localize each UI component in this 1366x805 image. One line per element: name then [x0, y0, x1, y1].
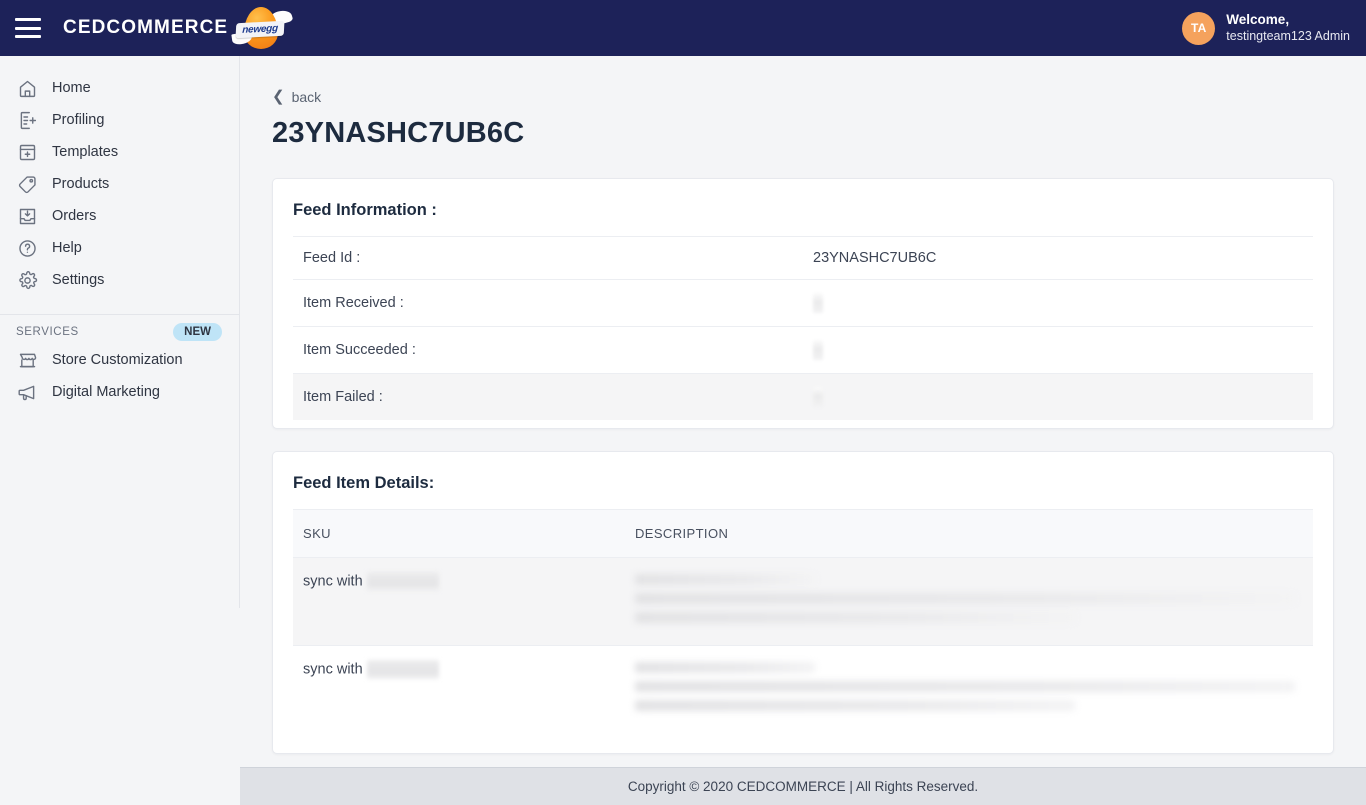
brand-text: CEDCOMMERCE: [63, 17, 229, 38]
brand-logo[interactable]: CEDCOMMERCE newegg: [63, 0, 294, 56]
table-header-row: SKU DESCRIPTION: [293, 508, 1313, 558]
services-section-header: SERVICES NEW: [0, 314, 240, 344]
redacted-description-line: [635, 611, 1075, 623]
row-label: Item Failed :: [303, 388, 383, 405]
sidebar-item-label: Settings: [52, 272, 105, 288]
user-info: Welcome, testingteam123 Admin: [1226, 12, 1350, 45]
hamburger-bar: [15, 18, 41, 21]
tag-icon: [16, 173, 38, 195]
row-label: Item Received :: [303, 294, 404, 311]
hamburger-bar: [15, 26, 41, 30]
sku-prefix: sync with: [303, 572, 363, 589]
newegg-band: newegg: [235, 20, 285, 39]
new-badge: NEW: [173, 322, 222, 341]
redacted-value: [813, 292, 823, 313]
feed-information-table-wrap: Feed Id : 23YNASHC7UB6C Item Received : …: [273, 236, 1333, 428]
newegg-logo-icon: newegg: [230, 5, 294, 51]
window-plus-icon: [16, 141, 38, 163]
feed-item-details-table-wrap: SKU DESCRIPTION sync with sync with: [273, 508, 1333, 753]
cell-sku: sync with: [293, 557, 625, 646]
sidebar-item-products[interactable]: Products: [0, 168, 240, 200]
main-content: ❮ back 23YNASHC7UB6C Feed Information : …: [240, 56, 1366, 767]
redacted-description-line: [635, 699, 1075, 711]
redacted-sku: [366, 659, 439, 679]
hamburger-icon[interactable]: [15, 18, 41, 38]
row-value-redacted: [803, 373, 1313, 420]
sidebar-item-label: Help: [52, 240, 82, 256]
feed-information-table: Feed Id : 23YNASHC7UB6C Item Received : …: [293, 236, 1313, 420]
sidebar-item-label: Orders: [52, 208, 97, 224]
user-menu[interactable]: TA Welcome, testingteam123 Admin: [1182, 0, 1350, 56]
redacted-description-line: [635, 661, 815, 673]
megaphone-icon: [16, 381, 38, 403]
document-plus-icon: [16, 109, 38, 131]
table-row: Item Failed :: [293, 373, 1313, 420]
sidebar-item-orders[interactable]: Orders: [0, 200, 240, 232]
feed-item-details-table: SKU DESCRIPTION sync with sync with: [293, 508, 1313, 733]
redacted-sku: [366, 571, 439, 591]
row-label: Item Succeeded :: [303, 341, 416, 358]
feed-information-card: Feed Information : Feed Id : 23YNASHC7UB…: [272, 177, 1334, 429]
sidebar-item-help[interactable]: Help: [0, 232, 240, 264]
redacted-description-line: [635, 680, 1295, 692]
hamburger-bar: [15, 35, 41, 38]
footer: Copyright © 2020 CEDCOMMERCE | All Right…: [240, 767, 1366, 805]
sidebar-item-label: Home: [52, 80, 91, 96]
sidebar-item-settings[interactable]: Settings: [0, 264, 240, 296]
avatar: TA: [1182, 11, 1216, 45]
newegg-wordmark: newegg: [242, 23, 279, 36]
sidebar-item-store-customization[interactable]: Store Customization: [0, 344, 240, 376]
footer-copyright: Copyright © 2020 CEDCOMMERCE | All Right…: [627, 779, 979, 794]
back-link[interactable]: ❮ back: [272, 89, 321, 105]
sidebar-item-label: Digital Marketing: [52, 384, 160, 400]
chevron-left-icon: ❮: [272, 88, 285, 105]
sidebar: Home Profiling Templates Products Orders…: [0, 56, 240, 805]
redacted-value: [813, 339, 823, 360]
sidebar-item-home[interactable]: Home: [0, 72, 240, 104]
services-title: SERVICES: [16, 325, 79, 338]
table-row: Item Received :: [293, 279, 1313, 326]
row-label: Feed Id :: [303, 249, 361, 266]
table-row: sync with: [293, 557, 1313, 646]
redacted-description-line: [635, 573, 815, 585]
row-value-redacted: [803, 326, 1313, 373]
home-icon: [16, 77, 38, 99]
user-name-label: testingteam123 Admin: [1226, 28, 1350, 43]
sidebar-item-label: Templates: [52, 144, 119, 160]
sidebar-item-label: Store Customization: [52, 352, 183, 368]
top-navbar: CEDCOMMERCE newegg TA Welcome, testingte…: [0, 0, 1366, 56]
sidebar-item-profiling[interactable]: Profiling: [0, 104, 240, 136]
sidebar-item-label: Profiling: [52, 112, 105, 128]
gear-icon: [16, 269, 38, 291]
sidebar-nav-list: Home Profiling Templates Products Orders…: [0, 56, 240, 296]
sku-prefix: sync with: [303, 660, 363, 677]
page-title: 23YNASHC7UB6C: [272, 116, 525, 149]
app-root: CEDCOMMERCE newegg TA Welcome, testingte…: [0, 0, 1366, 805]
sidebar-item-templates[interactable]: Templates: [0, 136, 240, 168]
sidebar-item-label: Products: [52, 176, 110, 192]
cell-sku: sync with: [293, 645, 625, 733]
back-label: back: [291, 88, 322, 105]
feed-item-details-title: Feed Item Details:: [293, 473, 435, 492]
storefront-icon: [16, 349, 38, 371]
cell-description: [625, 645, 1313, 733]
redacted-value: [813, 386, 823, 407]
table-row: Feed Id : 23YNASHC7UB6C: [293, 236, 1313, 279]
feed-item-details-card: Feed Item Details: SKU DESCRIPTION sync …: [272, 450, 1334, 754]
feed-information-title: Feed Information :: [293, 200, 437, 219]
cell-description: [625, 557, 1313, 646]
question-circle-icon: [16, 237, 38, 259]
column-header-description: DESCRIPTION: [625, 508, 1313, 558]
row-value-redacted: [803, 279, 1313, 326]
table-row: Item Succeeded :: [293, 326, 1313, 373]
table-row: sync with: [293, 645, 1313, 733]
redacted-description-line: [635, 592, 1295, 604]
inbox-download-icon: [16, 205, 38, 227]
sidebar-item-digital-marketing[interactable]: Digital Marketing: [0, 376, 240, 408]
welcome-label: Welcome,: [1226, 11, 1290, 27]
row-value: 23YNASHC7UB6C: [813, 249, 937, 266]
column-header-sku: SKU: [293, 508, 625, 558]
